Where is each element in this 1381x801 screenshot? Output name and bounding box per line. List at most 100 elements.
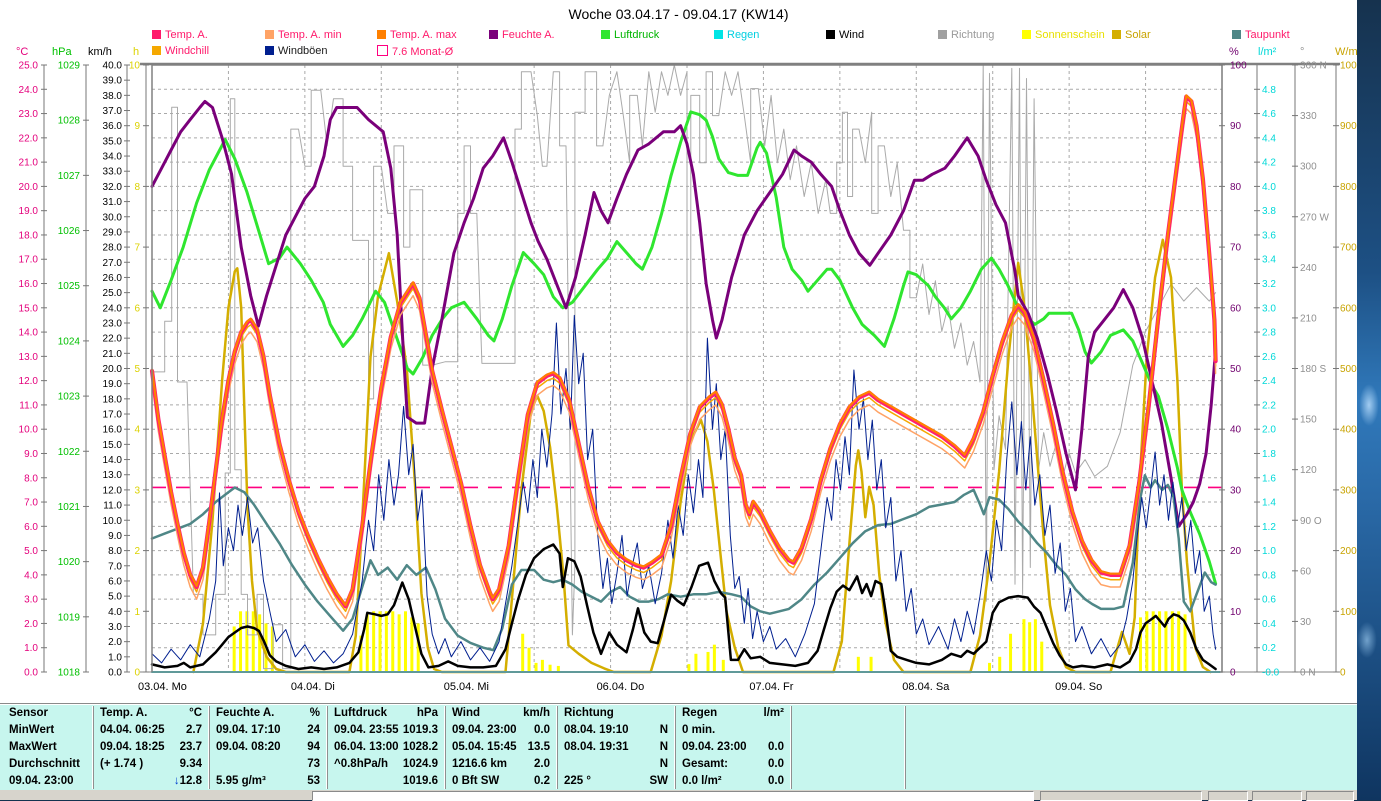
svg-text:900: 900 [1340,121,1357,132]
svg-text:5.0: 5.0 [24,546,38,557]
svg-text:60: 60 [1300,566,1312,577]
svg-text:8.0: 8.0 [24,473,38,484]
svg-text:6.0: 6.0 [24,522,38,533]
svg-text:8: 8 [134,182,140,193]
column-header: Wind km/h [452,707,550,719]
svg-text:03.04. Mo: 03.04. Mo [138,681,187,693]
svg-text:360 N: 360 N [1300,61,1327,72]
table-cell: ^0.8hPa/h 1024.9 [334,758,438,770]
svg-text:25.0: 25.0 [103,288,123,299]
column-header: Temp. A. °C [100,707,202,719]
svg-text:600: 600 [1340,303,1357,314]
svg-text:1.8: 1.8 [1262,449,1276,460]
svg-text:7.0: 7.0 [24,498,38,509]
svg-text:33.0: 33.0 [103,167,123,178]
svg-text:3.0: 3.0 [108,622,122,633]
solar-swatch-icon [1112,30,1121,39]
table-cell: 0 Bft SW 0.2 [452,775,550,787]
svg-text:9.0: 9.0 [108,531,122,542]
legend-item-windchill: Windchill [152,45,209,57]
svg-text:1.4: 1.4 [1262,498,1276,509]
weather-chart: 25.024.023.022.021.020.019.018.017.016.0… [16,46,1363,693]
svg-text:38.0: 38.0 [103,91,123,102]
svg-text:18.0: 18.0 [19,230,39,241]
svg-text:10.0: 10.0 [103,516,123,527]
svg-text:°: ° [1300,46,1304,58]
svg-text:70: 70 [1230,243,1242,254]
series-richtung [151,64,1217,670]
svg-text:150: 150 [1300,415,1317,426]
taupunkt-swatch-icon [1232,30,1241,39]
table-cell: 73 [307,758,320,770]
svg-text:29.0: 29.0 [103,227,123,238]
svg-text:3.0: 3.0 [1262,303,1276,314]
row-header: MinWert [9,724,55,736]
svg-text:4: 4 [134,425,140,436]
stats-table: Sensor MinWert MaxWert Durchschnitt 09.04. 2… [0,703,1357,791]
svg-text:120: 120 [1300,465,1317,476]
svg-text:15.0: 15.0 [19,303,39,314]
page-title: Woche 03.04.17 - 09.04.17 (KW14) [568,6,789,22]
table-cell: 225 ° SW [564,775,668,787]
legend-item-richtung: Richtung [938,29,994,41]
svg-text:12.0: 12.0 [19,376,39,387]
row-header: MaxWert [9,741,57,753]
table-cell: 0.0 l/m² 0.0 [682,775,784,787]
table-cell: 09.04. 08:20 94 [216,741,320,753]
svg-text:14.0: 14.0 [19,328,39,339]
row-header: 09.04. 23:00 [9,775,74,787]
svg-text:5: 5 [134,364,140,375]
svg-text:4.8: 4.8 [1262,85,1276,96]
table-cell: 1019.6 [402,775,438,787]
svg-text:90: 90 [1230,121,1242,132]
svg-text:1026: 1026 [58,226,81,237]
series-luftdruck [150,110,1218,586]
series-windchill [151,100,1217,613]
table-cell [906,774,1346,791]
table-cell: (+ 1.74 ) 9.34 [100,758,202,770]
table-cell: 08.04. 19:10 N [564,724,668,736]
table-cell [906,723,1346,740]
svg-text:13.0: 13.0 [103,470,123,481]
svg-text:4.0: 4.0 [1262,182,1276,193]
svg-text:12.0: 12.0 [103,485,123,496]
svg-text:-0.0: -0.0 [1262,668,1280,679]
legend-item-monat: 7.6 Monat-Ø [377,45,453,58]
svg-text:20.0: 20.0 [103,364,123,375]
svg-text:800: 800 [1340,182,1357,193]
windboeen-swatch-icon [265,46,274,55]
svg-text:60: 60 [1230,303,1242,314]
table-cell: Gesamt: 0.0 [682,758,784,770]
legend-item-wind: Wind [826,29,864,41]
svg-text:36.0: 36.0 [103,121,123,132]
table-cell [792,774,904,791]
app-window: Woche 03.04.17 - 09.04.17 (KW14) Temp. A… [0,0,1363,801]
wind-swatch-icon [826,30,835,39]
svg-text:19.0: 19.0 [103,379,123,390]
svg-text:2.4: 2.4 [1262,376,1276,387]
table-column-sensor: Sensor MinWert MaxWert Durchschnitt 09.04. 2… [3,706,91,789]
legend-item-windboeen: Windböen [265,45,328,57]
svg-text:39.0: 39.0 [103,76,123,87]
svg-text:1028: 1028 [58,116,81,127]
svg-text:%: % [1229,46,1239,58]
svg-text:300: 300 [1340,485,1357,496]
svg-text:2.6: 2.6 [1262,352,1276,363]
svg-text:180 S: 180 S [1300,364,1326,375]
table-column-wind: Wind km/h 09.04. 23:00 0.0 05.04. 15:45 13.5 1… [445,706,556,789]
legend-item-taupunkt: Taupunkt [1232,29,1290,41]
svg-text:330: 330 [1300,111,1317,122]
svg-text:23.0: 23.0 [19,109,39,120]
svg-text:35.0: 35.0 [103,136,123,147]
table-cell: 09.04. 23:00 0.0 [452,724,550,736]
table-cell [792,723,904,740]
svg-text:2.2: 2.2 [1262,400,1276,411]
x-axis-day-labels: 03.04. Mo 04.04. Di 05.04. Mi 06.04. Do 07.0… [138,681,1102,693]
legend-item-feuchte-a: Feuchte A. [489,29,555,41]
svg-text:1: 1 [134,607,140,618]
svg-text:3.4: 3.4 [1262,255,1276,266]
temp-a-min-swatch-icon [265,30,274,39]
table-column-empty [905,706,1346,789]
legend-item-luftdruck: Luftdruck [601,29,659,41]
svg-text:210: 210 [1300,313,1317,324]
